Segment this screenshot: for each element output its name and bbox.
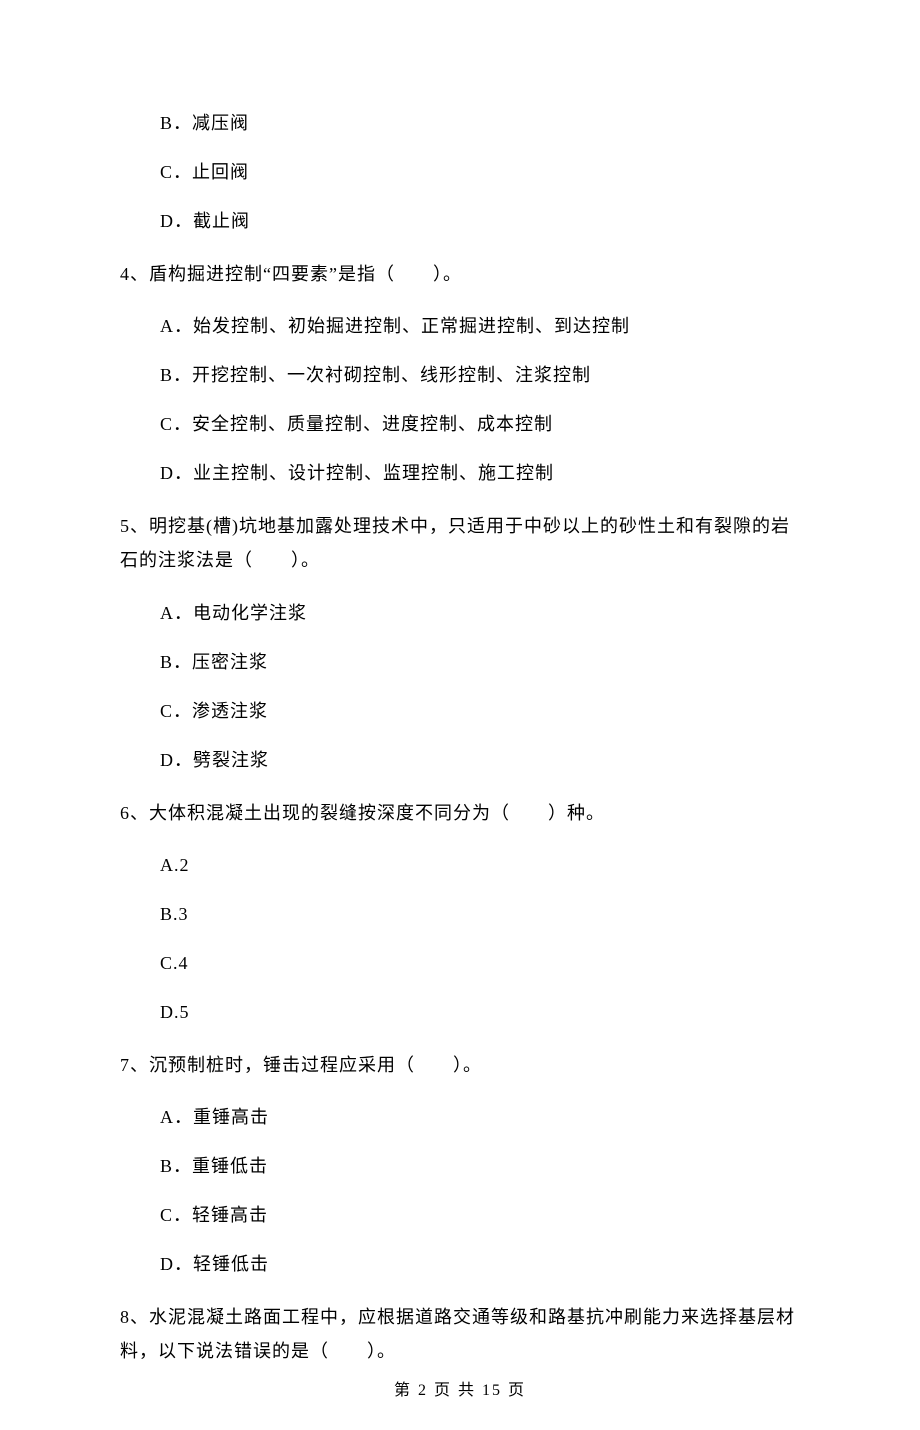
option-a: A．电动化学注浆 (160, 600, 800, 627)
option-b: B．压密注浆 (160, 649, 800, 676)
option-c: C．渗透注浆 (160, 698, 800, 725)
option-b: B．重锤低击 (160, 1153, 800, 1180)
question-stem: 5、明挖基(槽)坑地基加露处理技术中，只适用于中砂以上的砂性土和有裂隙的岩石的注… (120, 509, 800, 577)
option-b: B．减压阀 (160, 110, 800, 137)
question-stem: 7、沉预制桩时，锤击过程应采用（ ）。 (120, 1048, 800, 1082)
option-c: C．安全控制、质量控制、进度控制、成本控制 (160, 411, 800, 438)
option-d: D．劈裂注浆 (160, 747, 800, 774)
option-a: A．始发控制、初始掘进控制、正常掘进控制、到达控制 (160, 313, 800, 340)
option-c: C.4 (160, 950, 800, 977)
option-a: A.2 (160, 852, 800, 879)
option-c: C．轻锤高击 (160, 1202, 800, 1229)
document-page: B．减压阀 C．止回阀 D．截止阀 4、盾构掘进控制“四要素”是指（ ）。 A．… (0, 0, 920, 1430)
question-stem: 6、大体积混凝土出现的裂缝按深度不同分为（ ）种。 (120, 796, 800, 830)
option-b: B.3 (160, 901, 800, 928)
option-a: A．重锤高击 (160, 1104, 800, 1131)
page-footer: 第 2 页 共 15 页 (0, 1376, 920, 1400)
question-stem: 8、水泥混凝土路面工程中，应根据道路交通等级和路基抗冲刷能力来选择基层材料，以下… (120, 1300, 800, 1368)
option-d: D．截止阀 (160, 208, 800, 235)
option-d: D．业主控制、设计控制、监理控制、施工控制 (160, 460, 800, 487)
option-d: D．轻锤低击 (160, 1251, 800, 1278)
question-stem: 4、盾构掘进控制“四要素”是指（ ）。 (120, 257, 800, 291)
option-d: D.5 (160, 999, 800, 1026)
option-b: B．开挖控制、一次衬砌控制、线形控制、注浆控制 (160, 362, 800, 389)
option-c: C．止回阀 (160, 159, 800, 186)
